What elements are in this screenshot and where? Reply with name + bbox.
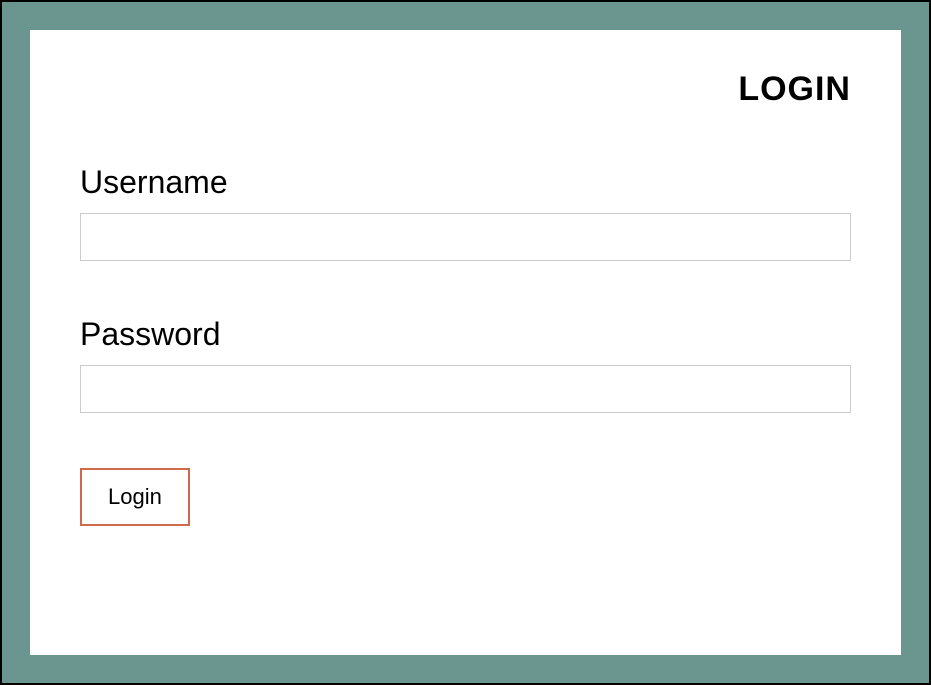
username-group: Username: [80, 164, 851, 261]
password-input[interactable]: [80, 365, 851, 413]
login-button[interactable]: Login: [80, 468, 190, 526]
outer-frame: LOGIN Username Password Login: [0, 0, 931, 685]
password-group: Password: [80, 316, 851, 413]
username-label: Username: [80, 164, 851, 201]
page-title: LOGIN: [80, 70, 851, 109]
username-input[interactable]: [80, 213, 851, 261]
password-label: Password: [80, 316, 851, 353]
login-panel: LOGIN Username Password Login: [30, 30, 901, 655]
